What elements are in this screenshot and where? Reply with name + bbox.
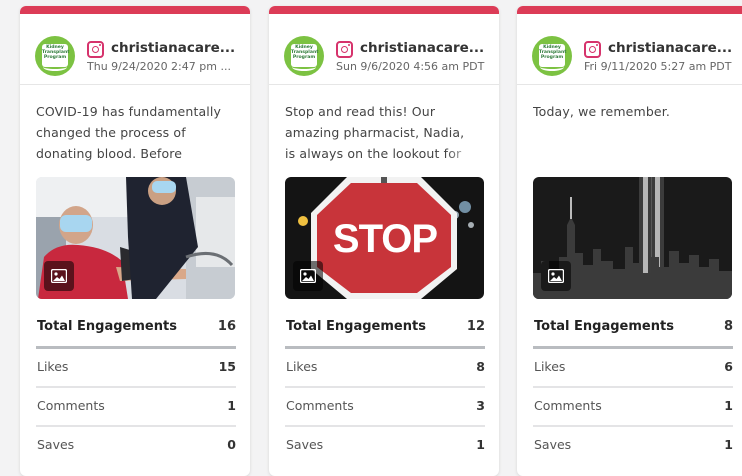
post-card[interactable]: Kidney Transplant Program christianacare… [269,6,499,476]
avatar: Kidney Transplant Program [284,36,324,76]
post-card[interactable]: Kidney Transplant Program christianacare… [517,6,742,476]
stat-label: Likes [534,359,566,374]
image-icon [44,261,74,291]
post-image[interactable] [36,177,235,299]
card-header: Kidney Transplant Program christianacare… [517,14,742,85]
avatar: Kidney Transplant Program [35,36,75,76]
engagement-stats: Total Engagements 16 Likes 15 Comments 1… [36,310,236,464]
stat-saves: Saves 0 [36,427,236,464]
stat-label: Likes [37,359,69,374]
stat-value: 1 [724,437,733,452]
stat-label: Total Engagements [37,319,177,334]
stat-label: Comments [286,398,354,413]
post-date: Thu 9/24/2020 2:47 pm ... [87,60,231,73]
avatar-swoosh [292,63,316,71]
stat-value: 12 [466,319,485,334]
stat-label: Total Engagements [286,319,426,334]
post-caption: Today, we remember. [533,101,724,164]
stat-label: Comments [534,398,602,413]
card-header: Kidney Transplant Program christianacare… [20,14,250,85]
stat-comments: Comments 1 [36,388,236,427]
stat-likes: Likes 15 [36,349,236,388]
account-name[interactable]: christianacare... [360,40,496,56]
image-icon [541,261,571,291]
stat-likes: Likes 6 [533,349,733,388]
post-caption: COVID-19 has fundamentally changed the p… [36,101,227,164]
stat-likes: Likes 8 [285,349,485,388]
stat-label: Comments [37,398,105,413]
instagram-icon [584,41,601,58]
stat-value: 1 [476,437,485,452]
stat-value: 15 [218,359,236,374]
stat-label: Likes [286,359,318,374]
account-name[interactable]: christianacare... [608,40,742,56]
stat-comments: Comments 1 [533,388,733,427]
avatar-swoosh [43,63,67,71]
stat-value: 1 [227,398,236,413]
post-card[interactable]: Kidney Transplant Program christianacare… [20,6,250,476]
post-image[interactable] [533,177,732,299]
avatar-swoosh [540,63,564,71]
stat-label: Saves [534,437,572,452]
stat-label: Total Engagements [534,319,674,334]
avatar: Kidney Transplant Program [532,36,572,76]
stat-label: Saves [37,437,75,452]
stat-value: 6 [724,359,733,374]
image-icon [293,261,323,291]
stat-comments: Comments 3 [285,388,485,427]
card-header: Kidney Transplant Program christianacare… [269,14,499,85]
stat-value: 16 [217,319,236,334]
post-image[interactable]: STOP [285,177,484,299]
stat-label: Saves [286,437,324,452]
stat-saves: Saves 1 [533,427,733,464]
post-caption: Stop and read this! Our amazing pharmaci… [285,101,476,164]
card-accent-bar [269,6,499,14]
instagram-icon [336,41,353,58]
stat-value: 0 [227,437,236,452]
post-date: Fri 9/11/2020 5:27 am PDT [584,60,732,73]
engagement-stats: Total Engagements 12 Likes 8 Comments 3 … [285,310,485,464]
account-name[interactable]: christianacare... [111,40,247,56]
instagram-icon [87,41,104,58]
stat-saves: Saves 1 [285,427,485,464]
stat-value: 3 [476,398,485,413]
stop-sign-text: STOP [332,217,438,261]
stat-value: 8 [476,359,485,374]
stat-value: 1 [724,398,733,413]
card-accent-bar [20,6,250,14]
engagement-stats: Total Engagements 8 Likes 6 Comments 1 S… [533,310,733,464]
stat-total-engagements: Total Engagements 16 [36,310,236,349]
stat-value: 8 [723,319,733,334]
post-date: Sun 9/6/2020 4:56 am PDT [336,60,485,73]
stat-total-engagements: Total Engagements 12 [285,310,485,349]
stat-total-engagements: Total Engagements 8 [533,310,733,349]
card-accent-bar [517,6,742,14]
